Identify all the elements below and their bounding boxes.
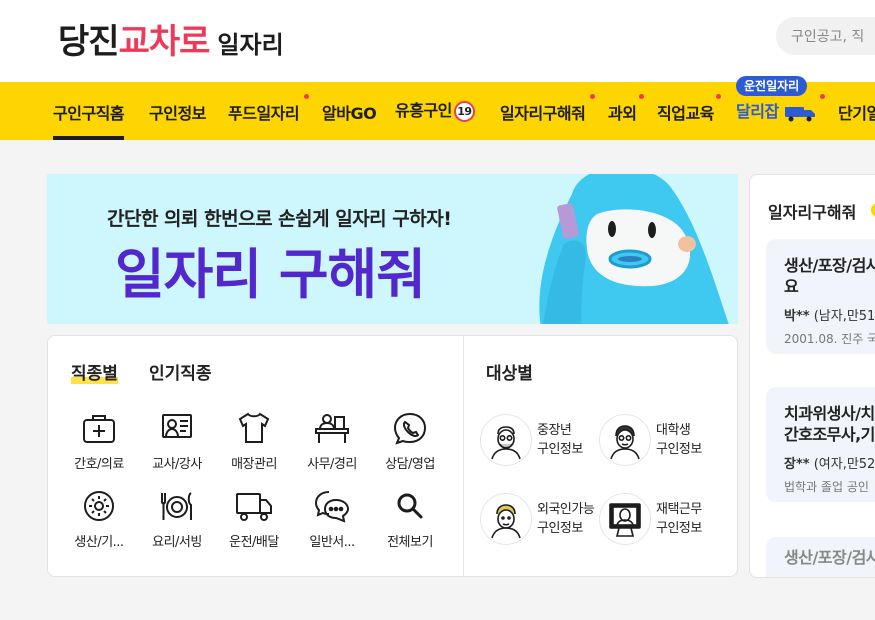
promo-banner[interactable]: 간단한 의뢰 한번으로 손쉽게 일자리 구하자! 일자리 구해줘 (47, 174, 738, 324)
job-request-detail: 2001.08. 진주 국 (784, 332, 875, 346)
job-request-person: 박** (784, 309, 810, 324)
job-request-detail: 법학과 졸업 공인 (784, 480, 869, 494)
category-label: 전체보기 (387, 535, 433, 550)
category-label: 간호/의료 (74, 457, 124, 472)
category-label: 매장관리 (231, 457, 277, 472)
remote-worker-avatar-icon (599, 493, 651, 545)
shirt-icon (238, 412, 270, 443)
category-label: 교사/강사 (152, 457, 202, 472)
nav-item-dallijab-label: 달리잡 (736, 102, 779, 121)
nav-item-find-me-job[interactable]: 일자리구해줘 (500, 100, 586, 124)
site-logo[interactable]: 당진 교차로 일자리 (58, 14, 284, 63)
category-label: 사무/경리 (307, 457, 357, 472)
panel-title-icon (871, 203, 875, 217)
tab-popular-jobs[interactable]: 인기직종 (149, 359, 212, 384)
target-remote-work[interactable]: 재택근무구인정보 (599, 493, 702, 545)
adult-19-badge: 19 (453, 101, 475, 122)
nav-item-short-term[interactable]: 단기일 (838, 100, 875, 124)
dish-cutlery-icon (161, 492, 192, 520)
senior-avatar-icon (480, 414, 532, 466)
logo-brand: 교차로 (118, 22, 211, 62)
category-nursing[interactable]: 간호/의료 (61, 411, 137, 472)
target-label-line1: 대학생 (656, 423, 691, 438)
category-label: 일반서... (309, 535, 355, 550)
nav-item-home[interactable]: 구인구직홈 (53, 100, 125, 140)
category-office[interactable]: 사무/경리 (294, 411, 370, 472)
category-general-service[interactable]: 일반서... (294, 489, 370, 550)
nav-item-dallijab[interactable]: 달리잡 (736, 98, 818, 122)
target-label-line2: 구인정보 (537, 442, 583, 457)
target-section-title: 대상별 (486, 364, 533, 384)
nav-item-job-training[interactable]: 직업교육 (657, 100, 714, 124)
driving-jobs-tag: 운전일자리 (736, 76, 808, 96)
job-request-item[interactable]: 치과위생사/치 간호조무사,기 장** (여자,만52세 법학과 졸업 공인 (766, 387, 875, 502)
job-request-title-cont: 간호조무사,기 (784, 425, 875, 444)
teacher-board-icon (162, 414, 192, 438)
job-request-person: 장** (784, 457, 810, 472)
panel-title[interactable]: 일자리구해줘 (768, 199, 856, 223)
truck-icon (236, 493, 272, 521)
target-foreigner[interactable]: 외국인가능구인정보 (480, 493, 595, 545)
medical-kit-icon (83, 415, 115, 443)
chat-bubbles-icon (314, 491, 350, 523)
target-label-line2: 구인정보 (656, 442, 702, 457)
job-request-item[interactable]: 생산/포장/검사 (766, 537, 875, 577)
phone-chat-icon (393, 412, 427, 445)
new-dot (820, 94, 825, 99)
target-label-line1: 외국인가능 (537, 502, 595, 517)
category-label: 요리/서빙 (152, 535, 202, 550)
category-label: 생산/기... (74, 535, 124, 550)
card-divider (463, 336, 464, 576)
banner-subtitle: 간단한 의뢰 한번으로 손쉽게 일자리 구하자! (107, 208, 452, 230)
new-dot (716, 94, 721, 99)
job-request-person-info: (남자,만51세 (813, 309, 875, 324)
nav-item-albago[interactable]: 알바GO (322, 100, 377, 124)
job-request-title: 생산/포장/검사 (784, 548, 875, 567)
job-request-title: 생산/포장/검사 (784, 256, 875, 275)
new-dot (590, 94, 595, 99)
category-teacher[interactable]: 교사/강사 (139, 411, 215, 472)
target-label-line1: 재택근무 (656, 502, 702, 517)
category-store-management[interactable]: 매장관리 (216, 411, 292, 472)
target-senior[interactable]: 중장년구인정보 (480, 414, 583, 466)
category-label: 운전/배달 (229, 535, 279, 550)
search-input[interactable]: 구인공고, 직 (776, 17, 875, 55)
target-label-line1: 중장년 (537, 423, 572, 438)
category-cooking-serving[interactable]: 요리/서빙 (139, 489, 215, 550)
category-consulting-sales[interactable]: 상담/영업 (372, 411, 448, 472)
category-label: 상담/영업 (385, 457, 435, 472)
nav-item-entertainment-label: 유흥구인 (395, 101, 452, 120)
nav-item-food-jobs[interactable]: 푸드일자리 (228, 100, 300, 124)
banner-title: 일자리 구해줘 (115, 243, 426, 306)
new-dot (304, 94, 309, 99)
nav-item-tutoring[interactable]: 과외 (608, 100, 637, 124)
job-request-person-info: (여자,만52세 (813, 457, 875, 472)
search-icon (397, 493, 423, 519)
job-request-title: 치과위생사/치 (784, 404, 875, 423)
site-header: 당진 교차로 일자리 구인공고, 직 (0, 0, 875, 82)
target-student[interactable]: 대학생구인정보 (599, 414, 702, 466)
nav-item-job-info[interactable]: 구인정보 (149, 100, 206, 124)
office-desk-icon (315, 414, 349, 443)
job-request-item[interactable]: 생산/포장/검사 요 박** (남자,만51세 2001.08. 진주 국 (766, 239, 875, 354)
truck-icon (784, 106, 815, 121)
gear-icon (84, 491, 114, 521)
target-label-line2: 구인정보 (537, 521, 583, 536)
category-view-all[interactable]: 전체보기 (372, 489, 448, 550)
job-request-title-cont: 요 (784, 277, 799, 296)
nav-item-entertainment[interactable]: 유흥구인 19 (395, 97, 475, 122)
find-me-job-panel: 일자리구해줘 생산/포장/검사 요 박** (남자,만51세 2001.08. … (749, 174, 875, 578)
tab-by-job-type[interactable]: 직종별 (71, 359, 118, 384)
job-category-card: 직종별 인기직종 간호/의료 교사/강사 매장관리 사무/경리 상담/영업 생산… (47, 335, 738, 577)
new-dot (639, 94, 644, 99)
logo-section: 일자리 (217, 31, 284, 59)
category-production[interactable]: 생산/기... (61, 489, 137, 550)
target-label-line2: 구인정보 (656, 521, 702, 536)
mascot-illustration (539, 174, 729, 324)
logo-region: 당진 (58, 22, 120, 62)
foreigner-avatar-icon (480, 493, 532, 545)
category-driving-delivery[interactable]: 운전/배달 (216, 489, 292, 550)
student-avatar-icon (599, 414, 651, 466)
